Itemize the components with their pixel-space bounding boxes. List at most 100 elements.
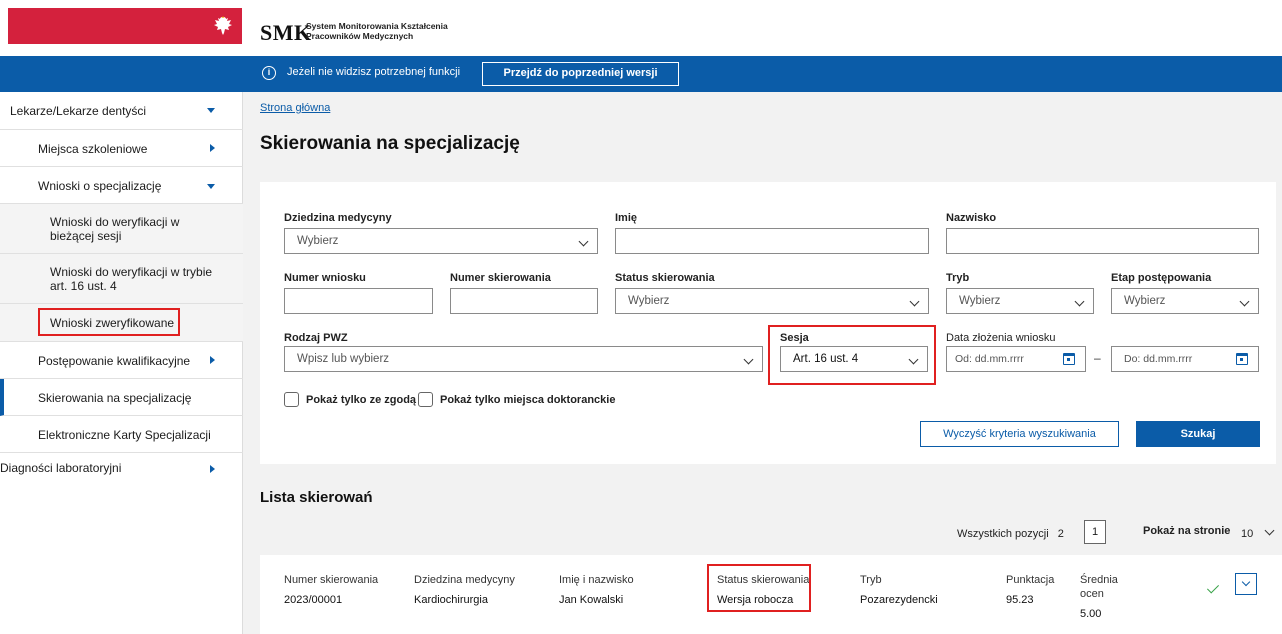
per-page-label: Pokaż na stronie [1143, 525, 1231, 537]
eagle-emblem-icon [214, 16, 232, 35]
sidebar-item-miejsca-szkoleniowe[interactable]: Miejsca szkoleniowe [0, 130, 243, 167]
numer-wniosku-label: Numer wniosku [284, 272, 366, 284]
sidebar-item-diagnosci[interactable]: Diagności laboratoryjni [0, 453, 243, 490]
previous-version-button[interactable]: Przejdź do poprzedniej wersji [482, 62, 679, 86]
cell-tryb: Pozarezydencki [860, 594, 938, 606]
info-bar-text: Jeżeli nie widzisz potrzebnej funkcji [287, 66, 461, 78]
sidebar-item-label: Elektroniczne Karty Specjalizacji [38, 428, 211, 442]
chevron-down-icon [1074, 296, 1085, 307]
etap-select[interactable]: Wybierz [1111, 288, 1259, 314]
numer-skierowania-label: Numer skierowania [450, 272, 551, 284]
dziedzina-select[interactable]: Wybierz [284, 228, 598, 254]
cell-numer: 2023/00001 [284, 594, 343, 606]
chevron-down-icon [578, 236, 589, 247]
pwz-combobox-placeholder: Wpisz lub wybierz [297, 353, 390, 365]
sidebar-item-label: Wnioski o specjalizację [38, 179, 162, 193]
per-page-select[interactable]: 10 [1241, 528, 1253, 540]
smk-subtitle-line1: System Monitorowania Kształcenia [306, 21, 448, 31]
numer-skierowania-input[interactable] [450, 288, 598, 314]
page-number-input[interactable]: 1 [1084, 520, 1106, 544]
zgoda-checkbox[interactable] [284, 392, 299, 407]
calendar-icon[interactable] [1236, 353, 1248, 365]
status-select[interactable]: Wybierz [615, 288, 929, 314]
cell-srednia: 5.00 [1080, 608, 1102, 620]
etap-select-value: Wybierz [1124, 295, 1166, 307]
status-label: Status skierowania [615, 272, 715, 284]
breadcrumb-home-link[interactable]: Strona główna [260, 102, 330, 114]
numer-wniosku-input[interactable] [284, 288, 433, 314]
smk-subtitle: System Monitorowania Kształcenia Pracown… [306, 21, 448, 41]
sidebar-item-elektroniczne-karty[interactable]: Elektroniczne Karty Specjalizacji [0, 416, 243, 453]
sidebar-item-wnioski-o-specjalizacje[interactable]: Wnioski o specjalizację [0, 167, 243, 204]
date-from-placeholder: Od: dd.mm.rrrr [955, 353, 1024, 365]
chevron-down-icon [1239, 296, 1250, 307]
col-tryb-header: Tryb [860, 574, 882, 586]
sidebar-item-lekarze[interactable]: Lekarze/Lekarze dentyści [0, 92, 243, 130]
highlight-box [768, 325, 936, 385]
sidebar-item-postepowanie-kwalifikacyjne[interactable]: Postępowanie kwalifikacyjne [0, 342, 243, 379]
search-button[interactable]: Szukaj [1136, 421, 1260, 447]
col-srednia-header: Średnia ocen [1080, 573, 1118, 601]
imie-label: Imię [615, 212, 638, 224]
top-header: SMK System Monitorowania Kształcenia Pra… [0, 0, 1282, 56]
nazwisko-input[interactable] [946, 228, 1259, 254]
zgoda-checkbox-label[interactable]: Pokaż tylko ze zgodą [306, 394, 416, 406]
chevron-down-icon [909, 296, 920, 307]
clear-criteria-button[interactable]: Wyczyść kryteria wyszukiwania [920, 421, 1119, 447]
chevron-down-icon [207, 184, 215, 189]
date-to-placeholder: Do: dd.mm.rrrr [1124, 353, 1193, 365]
date-from-input[interactable]: Od: dd.mm.rrrr [946, 346, 1086, 372]
col-srednia-header-line2: ocen [1080, 588, 1104, 600]
col-numer-header: Numer skierowania [284, 574, 379, 586]
col-srednia-header-line1: Średnia [1080, 574, 1118, 586]
highlight-box [707, 564, 811, 612]
status-select-value: Wybierz [628, 295, 670, 307]
col-imie-header: Imię i nazwisko [559, 574, 634, 586]
doktoranckie-checkbox[interactable] [418, 392, 433, 407]
sidebar-item-skierowania[interactable]: Skierowania na specjalizację [0, 379, 243, 416]
col-punktacja-header: Punktacja [1006, 574, 1055, 586]
sidebar-item-wnioski-biezaca-sesja[interactable]: Wnioski do weryfikacji w bieżącej sesji [0, 204, 243, 254]
tryb-select-value: Wybierz [959, 295, 1001, 307]
sidebar-item-label: Wnioski do weryfikacji w bieżącej sesji [50, 215, 180, 243]
smk-subtitle-line2: Pracowników Medycznych [306, 31, 414, 41]
filter-panel [260, 182, 1276, 464]
chevron-down-icon [207, 108, 215, 113]
sidebar-item-wnioski-art16[interactable]: Wnioski do weryfikacji w trybie art. 16 … [0, 254, 243, 304]
pwz-label: Rodzaj PWZ [284, 332, 348, 344]
cell-dziedzina: Kardiochirurgia [414, 594, 488, 606]
calendar-icon[interactable] [1063, 353, 1075, 365]
sidebar-item-label: Miejsca szkoleniowe [38, 142, 148, 156]
smk-logo: SMK [260, 20, 312, 45]
doktoranckie-checkbox-label[interactable]: Pokaż tylko miejsca doktoranckie [440, 394, 615, 406]
date-to-input[interactable]: Do: dd.mm.rrrr [1111, 346, 1259, 372]
total-count: Wszystkich pozycji 2 [957, 528, 1064, 540]
tryb-select[interactable]: Wybierz [946, 288, 1094, 314]
data-zlozenia-label: Data złożenia wniosku [946, 332, 1056, 344]
etap-label: Etap postępowania [1111, 272, 1212, 284]
dziedzina-label: Dziedzina medycyny [284, 212, 392, 224]
chevron-right-icon [210, 465, 215, 473]
sidebar-item-label: Wnioski do weryfikacji w trybie art. 16 … [50, 265, 213, 293]
dziedzina-select-value: Wybierz [297, 235, 339, 247]
government-flag-banner [8, 8, 242, 44]
chevron-right-icon [210, 144, 215, 152]
cell-imie: Jan Kowalski [559, 594, 624, 606]
total-count-label: Wszystkich pozycji [957, 528, 1049, 540]
chevron-down-icon[interactable] [1264, 525, 1275, 536]
list-title: Lista skierowań [260, 489, 373, 506]
sidebar-item-label: Skierowania na specjalizację [38, 391, 192, 405]
sidebar-item-label: Postępowanie kwalifikacyjne [38, 354, 191, 368]
cell-punktacja: 95.23 [1006, 594, 1034, 606]
date-range-separator: – [1094, 351, 1101, 365]
nazwisko-label: Nazwisko [946, 212, 997, 224]
highlight-box [38, 308, 180, 336]
col-dziedzina-header: Dziedzina medycyny [414, 574, 515, 586]
chevron-down-icon [1241, 577, 1251, 587]
total-count-value: 2 [1057, 528, 1064, 540]
pwz-combobox[interactable]: Wpisz lub wybierz [284, 346, 763, 372]
info-icon: i [262, 66, 276, 80]
imie-input[interactable] [615, 228, 929, 254]
expand-row-button[interactable] [1235, 573, 1257, 595]
sidebar-nav: Lekarze/Lekarze dentyści Miejsca szkolen… [0, 92, 243, 634]
